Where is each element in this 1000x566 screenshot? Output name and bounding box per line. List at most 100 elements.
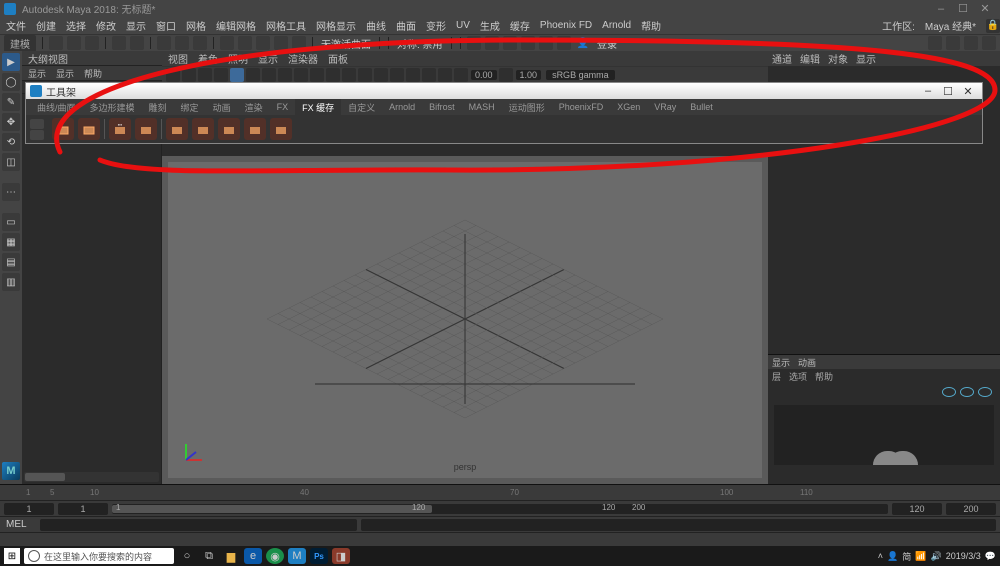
- maya-task-icon[interactable]: M: [288, 548, 306, 564]
- symmetry-label[interactable]: 对称: 禁用: [395, 36, 445, 51]
- shelf-settings-icon[interactable]: [30, 119, 44, 129]
- view-four[interactable]: ▦: [2, 233, 20, 251]
- cortana-icon[interactable]: ○: [178, 548, 196, 564]
- shelf-tab-mash[interactable]: MASH: [462, 100, 502, 114]
- cb-menu-show[interactable]: 显示: [856, 51, 876, 66]
- system-tray[interactable]: ˄ 👤 简 📶 🔊 2019/3/3 💬: [878, 550, 996, 563]
- layer-eye-icon-3[interactable]: [978, 387, 992, 397]
- menu-deform[interactable]: 变形: [426, 18, 446, 33]
- render-icon[interactable]: [467, 36, 481, 50]
- menu-display[interactable]: 显示: [126, 18, 146, 33]
- menu-arnold[interactable]: Arnold: [602, 20, 631, 31]
- explorer-icon[interactable]: ▆: [222, 548, 240, 564]
- vp-shaded-icon[interactable]: [310, 68, 324, 82]
- view-persp[interactable]: ▥: [2, 273, 20, 291]
- vp-lights-icon[interactable]: [342, 68, 356, 82]
- shelf-geocache-5-icon[interactable]: [270, 118, 292, 140]
- menu-help[interactable]: 帮助: [641, 18, 661, 33]
- cb-menu-channels[interactable]: 通道: [772, 51, 792, 66]
- range-end-field[interactable]: 200: [946, 503, 996, 515]
- vp-colorspace-dropdown[interactable]: sRGB gamma: [546, 70, 615, 80]
- snap-live-icon[interactable]: [292, 36, 306, 50]
- rotate-tool[interactable]: ⟲: [2, 133, 20, 151]
- shelf-tab-poly[interactable]: 多边形建模: [83, 99, 142, 116]
- workspace-selector[interactable]: Maya 经典*: [925, 18, 976, 33]
- vp-gamma-icon[interactable]: [499, 68, 513, 82]
- shelf-fluidcache-1-icon[interactable]: [52, 118, 74, 140]
- paint-select-tool[interactable]: ✎: [2, 93, 20, 111]
- select-tool[interactable]: ▶: [2, 53, 20, 71]
- new-scene-icon[interactable]: [49, 36, 63, 50]
- toggle-panel-3[interactable]: [964, 36, 978, 50]
- layer-eye-icon-2[interactable]: [960, 387, 974, 397]
- shelf-tab-phoenix[interactable]: PhoenixFD: [552, 100, 611, 114]
- menu-modify[interactable]: 修改: [96, 18, 116, 33]
- layer-tab-display[interactable]: 显示: [772, 356, 790, 369]
- browser-icon[interactable]: ◉: [266, 548, 284, 564]
- vp-menu-view[interactable]: 视图: [168, 51, 188, 66]
- close-button[interactable]: ✕: [974, 2, 996, 15]
- menu-file[interactable]: 文件: [6, 18, 26, 33]
- layer-menu-layers[interactable]: 层: [772, 370, 781, 383]
- shelf-minimize-button[interactable]: –: [918, 85, 938, 97]
- shelf-tab-custom[interactable]: 自定义: [341, 99, 382, 116]
- menu-meshtools[interactable]: 网格工具: [266, 18, 306, 33]
- vp-ao-icon[interactable]: [406, 68, 420, 82]
- tray-volume-icon[interactable]: 🔊: [931, 551, 942, 562]
- menu-uv[interactable]: UV: [456, 20, 470, 31]
- viewport-panel[interactable]: persp: [162, 156, 768, 484]
- time-slider[interactable]: 1 5 10 40 70 100 110: [0, 484, 1000, 500]
- range-start-field[interactable]: 1: [4, 503, 54, 515]
- shelf-geocache-4-icon[interactable]: [244, 118, 266, 140]
- vp-gamma-field[interactable]: 1.00: [516, 70, 542, 80]
- vp-motionblur-icon[interactable]: [422, 68, 436, 82]
- paint-tool-icon[interactable]: [193, 36, 207, 50]
- snap-curve-icon[interactable]: [238, 36, 252, 50]
- ipr-icon[interactable]: [485, 36, 499, 50]
- lock-icon[interactable]: 🔒: [986, 19, 1000, 33]
- vp-gate-mask-icon[interactable]: [278, 68, 292, 82]
- menu-generate[interactable]: 生成: [480, 18, 500, 33]
- layer-menu-help[interactable]: 帮助: [815, 370, 833, 383]
- maximize-button[interactable]: ☐: [952, 2, 974, 15]
- menu-editmesh[interactable]: 编辑网格: [216, 18, 256, 33]
- signin-label[interactable]: 登录: [595, 36, 619, 51]
- tray-up-icon[interactable]: ˄: [878, 551, 883, 561]
- open-scene-icon[interactable]: [67, 36, 81, 50]
- menu-create[interactable]: 创建: [36, 18, 56, 33]
- photoshop-icon[interactable]: Ps: [310, 548, 328, 564]
- shelf-tab-fxcache[interactable]: FX 缓存: [295, 99, 341, 116]
- cb-menu-object[interactable]: 对象: [828, 51, 848, 66]
- menu-set-dropdown[interactable]: 建模: [4, 35, 36, 52]
- vp-2d-pan-icon[interactable]: [214, 68, 228, 82]
- layer-eye-icon-1[interactable]: [942, 387, 956, 397]
- command-input[interactable]: [40, 519, 357, 531]
- taskbar-search[interactable]: 在这里输入你要搜索的内容: [24, 548, 174, 564]
- vp-menu-renderer[interactable]: 渲染器: [288, 51, 318, 66]
- vp-select-camera-icon[interactable]: [166, 68, 180, 82]
- outliner-menu-help[interactable]: 帮助: [84, 67, 102, 80]
- view-layouts[interactable]: ▤: [2, 253, 20, 271]
- undo-icon[interactable]: [112, 36, 126, 50]
- redo-icon[interactable]: [130, 36, 144, 50]
- shelf-tab-render[interactable]: 渲染: [238, 99, 270, 116]
- shelf-ncache-2-icon[interactable]: [135, 118, 157, 140]
- toggle-panel-2[interactable]: [946, 36, 960, 50]
- vp-res-gate-icon[interactable]: [262, 68, 276, 82]
- save-scene-icon[interactable]: [85, 36, 99, 50]
- edge-icon[interactable]: e: [244, 548, 262, 564]
- tray-ime-icon[interactable]: 简: [902, 550, 911, 563]
- range-thumb[interactable]: [112, 505, 432, 513]
- taskbar-clock[interactable]: 2019/3/3: [946, 552, 981, 561]
- minimize-button[interactable]: –: [930, 3, 952, 15]
- layer-menu-options[interactable]: 选项: [789, 370, 807, 383]
- vp-textured-icon[interactable]: [326, 68, 340, 82]
- menu-meshdisplay[interactable]: 网格显示: [316, 18, 356, 33]
- shelf-ncache-1-icon[interactable]: ▪▪▪: [109, 118, 131, 140]
- outliner-scrollbar[interactable]: [24, 472, 159, 482]
- shelf-tab-bullet[interactable]: Bullet: [683, 100, 720, 114]
- taskview-icon[interactable]: ⧉: [200, 548, 218, 564]
- shelf-tab-curves[interactable]: 曲线/曲面: [30, 99, 83, 116]
- range-track[interactable]: 1 120 120 200: [112, 504, 888, 514]
- vp-film-gate-icon[interactable]: [246, 68, 260, 82]
